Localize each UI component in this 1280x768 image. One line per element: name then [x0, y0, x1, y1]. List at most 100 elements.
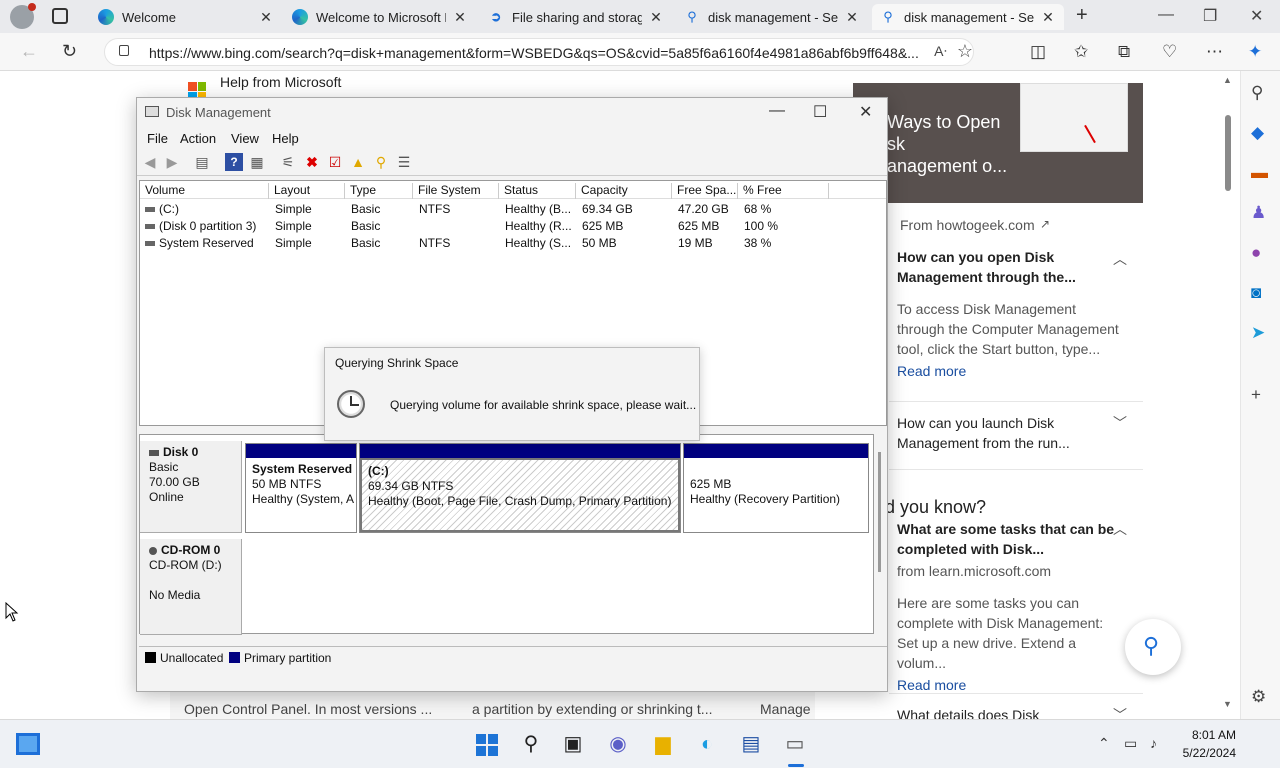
chevron-up-icon[interactable]: ⌃ — [1098, 735, 1110, 752]
search-folder-icon[interactable]: ⚲ — [372, 153, 390, 171]
dm-titlebar[interactable]: Disk Management — ☐ ✕ — [137, 98, 887, 126]
tag-icon[interactable]: ◆ — [1251, 123, 1264, 143]
disk-view-scrollbar[interactable] — [875, 448, 885, 578]
close-tab-icon[interactable]: ✕ — [452, 9, 468, 26]
maximize-icon[interactable]: ☐ — [813, 102, 827, 122]
send-icon[interactable]: ➤ — [1251, 323, 1265, 343]
list-view-icon[interactable]: ☰ — [395, 153, 413, 171]
browser-tab-1[interactable]: Welcome ✕ — [90, 4, 282, 30]
folder-up-icon[interactable]: ▲ — [349, 153, 367, 171]
new-tab-icon[interactable]: + — [1076, 4, 1088, 27]
browser-tab-2[interactable]: Welcome to Microsoft Ed ✕ — [284, 4, 476, 30]
volume-row[interactable]: (C:) Simple Basic NTFS Healthy (B... 69.… — [140, 201, 886, 218]
delete-icon[interactable]: ✖ — [303, 153, 321, 171]
faq-item-2[interactable]: How can you launch Disk Management from … — [897, 413, 1127, 453]
partition-c-selected[interactable]: (C:) 69.34 GB NTFS Healthy (Boot, Page F… — [359, 443, 681, 533]
console-tree-icon[interactable]: ▤ — [193, 153, 211, 171]
settings-gear-icon[interactable]: ⚙ — [1251, 687, 1266, 707]
clock-date[interactable]: 5/22/2024 — [1176, 746, 1236, 760]
faq-item-1[interactable]: How can you open Disk Management through… — [897, 247, 1127, 379]
copilot-icon[interactable]: ✦ — [1248, 42, 1262, 62]
url-box[interactable]: https://www.bing.com/search?q=disk+manag… — [104, 38, 974, 66]
outlook-icon[interactable]: ◙ — [1251, 283, 1261, 303]
column-header-file-system[interactable]: File System — [413, 183, 499, 199]
collections-icon[interactable]: ⧉ — [1118, 42, 1130, 62]
close-tab-icon[interactable]: ✕ — [648, 9, 664, 26]
start-button-icon[interactable] — [476, 734, 498, 756]
edge-browser-icon[interactable]: ◐ — [694, 731, 720, 757]
close-tab-icon[interactable]: ✕ — [844, 9, 860, 26]
help-icon[interactable]: ? — [225, 153, 243, 171]
chevron-down-icon[interactable]: ﹀ — [1113, 705, 1127, 719]
chevron-up-icon[interactable]: ︿ — [1113, 249, 1127, 269]
minimize-icon[interactable]: — — [769, 102, 785, 120]
favorite-star-icon[interactable]: ☆ — [957, 41, 973, 62]
column-header-free-space[interactable]: Free Spa... — [672, 183, 738, 199]
check-icon[interactable]: ☑ — [326, 153, 344, 171]
menu-action[interactable]: Action — [180, 131, 216, 146]
column-header-type[interactable]: Type — [345, 183, 413, 199]
faq-item-4[interactable]: What details does Disk — [897, 705, 1127, 719]
widgets-icon[interactable] — [16, 733, 40, 755]
back-icon[interactable]: ← — [20, 41, 38, 62]
url-text[interactable]: https://www.bing.com/search?q=disk+manag… — [149, 45, 929, 61]
menu-view[interactable]: View — [231, 131, 259, 146]
volume-row[interactable]: System Reserved Simple Basic NTFS Health… — [140, 235, 886, 252]
task-view-icon[interactable]: ▣ — [560, 731, 586, 757]
partition-system-reserved[interactable]: System Reserved 50 MB NTFS Healthy (Syst… — [245, 443, 357, 533]
close-tab-icon[interactable]: ✕ — [258, 9, 274, 26]
page-scrollbar[interactable]: ▲ ▼ — [1220, 71, 1238, 719]
scroll-down-icon[interactable]: ▼ — [1223, 699, 1232, 709]
teams-chat-icon[interactable]: ◉ — [605, 731, 631, 757]
result-snippet[interactable]: Open Control Panel. In most versions ... — [184, 701, 432, 717]
search-icon[interactable]: ⚲ — [518, 731, 544, 757]
column-header-status[interactable]: Status — [499, 183, 576, 199]
clock-time[interactable]: 8:01 AM — [1186, 728, 1236, 742]
floating-search-button[interactable]: ⚲ — [1125, 619, 1181, 675]
disk-management-task-icon[interactable]: ▭ — [782, 731, 808, 757]
hero-card[interactable]: Ways to Open sk anagement o... — [853, 83, 1143, 203]
network-icon[interactable]: ▭ — [1124, 735, 1137, 752]
refresh-icon[interactable]: ↻ — [62, 41, 77, 62]
column-header-capacity[interactable]: Capacity — [576, 183, 672, 199]
file-explorer-icon[interactable]: ▆ — [650, 731, 676, 757]
scroll-thumb[interactable] — [1225, 115, 1231, 191]
chevron-down-icon[interactable]: ﹀ — [1113, 413, 1127, 433]
column-header-volume[interactable]: Volume — [140, 183, 269, 199]
add-icon[interactable]: + — [1251, 385, 1261, 405]
back-arrow-icon[interactable]: ◀ — [141, 153, 159, 171]
read-more-link[interactable]: Read more — [897, 363, 1127, 379]
microsoft-store-icon[interactable]: ▤ — [738, 731, 764, 757]
read-more-link[interactable]: Read more — [897, 677, 1127, 693]
performance-icon[interactable]: ♡ — [1162, 42, 1177, 62]
scroll-thumb[interactable] — [878, 452, 881, 572]
close-tab-icon[interactable]: ✕ — [1040, 9, 1056, 26]
disk-0-label[interactable]: Disk 0 Basic 70.00 GB Online — [140, 441, 242, 533]
shopping-icon[interactable]: ▬ — [1251, 163, 1268, 183]
games-icon[interactable]: ♟ — [1251, 203, 1266, 223]
close-window-icon[interactable]: ✕ — [1250, 6, 1263, 26]
tab-actions-icon[interactable] — [52, 8, 68, 24]
chevron-up-icon[interactable]: ︿ — [1113, 519, 1127, 539]
partition-recovery[interactable]: 625 MB Healthy (Recovery Partition) — [683, 443, 869, 533]
split-screen-icon[interactable]: ◫ — [1030, 42, 1046, 62]
copilot-app-icon[interactable]: ● — [1251, 243, 1261, 263]
volume-row[interactable]: (Disk 0 partition 3) Simple Basic Health… — [140, 218, 886, 235]
close-icon[interactable]: ✕ — [859, 102, 872, 122]
minimize-icon[interactable]: — — [1158, 6, 1174, 24]
menu-help[interactable]: Help — [272, 131, 299, 146]
cdrom-0-label[interactable]: CD-ROM 0 CD-ROM (D:) No Media — [140, 539, 242, 635]
menu-file[interactable]: File — [147, 131, 168, 146]
volume-icon[interactable]: ♪ — [1150, 735, 1157, 751]
browser-tab-3[interactable]: ➲ File sharing and storage ✕ — [480, 4, 672, 30]
faq-item-3[interactable]: What are some tasks that can be complete… — [897, 519, 1127, 693]
column-header-percent-free[interactable]: % Free — [738, 183, 829, 199]
profile-avatar-icon[interactable] — [10, 3, 36, 29]
faq-source[interactable]: from learn.microsoft.com — [897, 561, 1127, 581]
browser-tab-4[interactable]: ⚲ disk management - Sear ✕ — [676, 4, 868, 30]
search-icon[interactable]: ⚲ — [1251, 83, 1263, 103]
forward-arrow-icon[interactable]: ▶ — [163, 153, 181, 171]
browser-tab-5-active[interactable]: ⚲ disk management - Sear ✕ — [872, 4, 1064, 30]
read-aloud-icon[interactable]: Aᐧ — [934, 43, 947, 60]
favorites-icon[interactable]: ✩ — [1074, 42, 1088, 62]
